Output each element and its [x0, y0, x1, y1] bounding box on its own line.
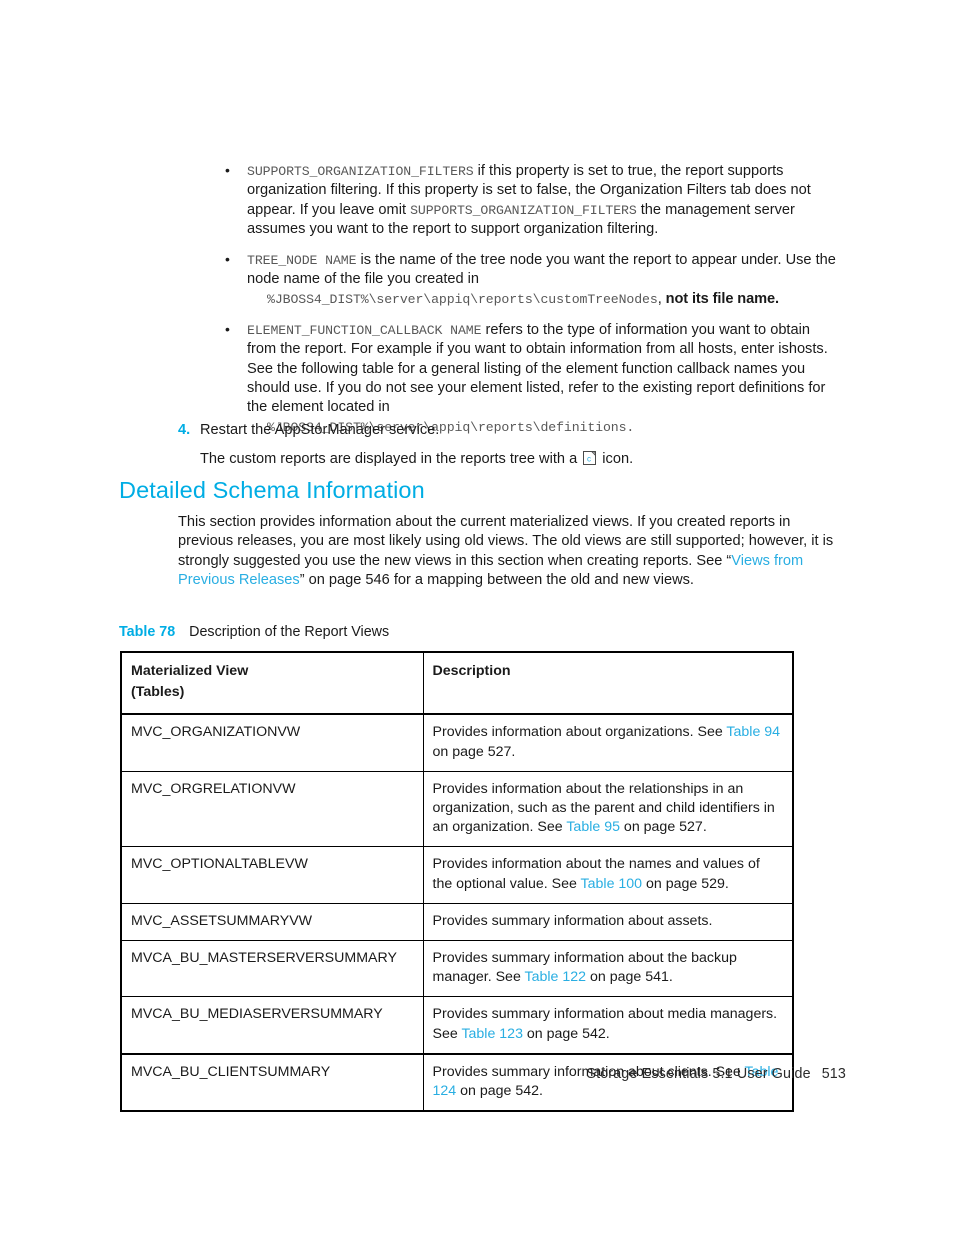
- step-result-suffix: icon.: [598, 451, 634, 467]
- table-cross-reference-link[interactable]: Table 122: [525, 969, 587, 985]
- intro-text-part-2: ” on page 546 for a mapping between the …: [299, 571, 694, 588]
- procedure-step: 4. Restart the AppStorManager service.: [178, 421, 828, 440]
- desc-text-pre: Provides information about organizations…: [432, 724, 727, 741]
- cell-description: Provides summary information about media…: [422, 996, 794, 1055]
- cell-view-name: MVC_ORGANIZATIONVW: [120, 713, 424, 772]
- table-cross-reference-link[interactable]: Table 123: [461, 1026, 523, 1042]
- table-row: MVC_ASSETSUMMARYVW Provides summary info…: [120, 902, 794, 942]
- code-token: SUPPORTS_ORGANIZATION_FILTERS: [410, 202, 637, 218]
- table-cross-reference-link[interactable]: Table 100: [581, 876, 643, 892]
- column-header-line-1: Materialized View: [131, 663, 249, 679]
- cell-view-name: MVC_OPTIONALTABLEVW: [120, 846, 424, 904]
- table-row: MVC_ORGRELATIONVW Provides information a…: [120, 770, 794, 848]
- bullet-list: SUPPORTS_ORGANIZATION_FILTERS if this pr…: [225, 161, 840, 449]
- footer-title: Storage Essentials 5.1 User Guide: [586, 1066, 811, 1082]
- step-result-text: The custom reports are displayed in the …: [200, 450, 840, 469]
- list-item: SUPPORTS_ORGANIZATION_FILTERS if this pr…: [225, 161, 840, 239]
- column-header-line-2: (Tables): [131, 684, 185, 701]
- cell-description: Provides information about the relations…: [422, 770, 794, 848]
- document-page: SUPPORTS_ORGANIZATION_FILTERS if this pr…: [0, 0, 954, 1235]
- step-result-prefix: The custom reports are displayed in the …: [200, 451, 582, 467]
- table-caption: Table 78 Description of the Report Views: [119, 624, 389, 640]
- table-caption-label: Table 78: [119, 624, 176, 640]
- cell-view-name: MVCA_BU_CLIENTSUMMARY: [120, 1052, 424, 1113]
- cell-view-name: MVC_ASSETSUMMARYVW: [120, 902, 424, 942]
- code-token: TREE_NODE NAME: [247, 253, 357, 269]
- table-header-row: Materialized View (Tables) Description: [120, 650, 794, 716]
- table-row: MVC_OPTIONALTABLEVW Provides information…: [120, 846, 794, 904]
- cell-view-name: MVC_ORGRELATIONVW: [120, 770, 424, 848]
- cell-description: Provides information about the names and…: [422, 846, 794, 904]
- table-cross-reference-link[interactable]: Table 95: [566, 819, 620, 835]
- custom-report-icon: c: [583, 451, 597, 465]
- code-path-block: %JBOSS4_DIST%\server\appiq\reports\custo…: [267, 290, 840, 309]
- code-path-tail-plain: ,: [657, 290, 666, 307]
- code-token: ELEMENT_FUNCTION_CALLBACK NAME: [247, 323, 482, 339]
- page-footer: Storage Essentials 5.1 User Guide 513: [586, 1066, 846, 1082]
- code-token: SUPPORTS_ORGANIZATION_FILTERS: [247, 164, 474, 179]
- cell-description: Provides information about organizations…: [422, 713, 794, 772]
- cell-view-name: MVCA_BU_MASTERSERVERSUMMARY: [120, 940, 424, 998]
- section-intro-paragraph: This section provides information about …: [178, 513, 840, 590]
- table-body: MVC_ORGANIZATIONVW Provides information …: [120, 713, 794, 1113]
- desc-text-pre: Provides summary information about asset…: [432, 912, 713, 929]
- cell-description: Provides summary information about the b…: [422, 940, 794, 998]
- page-number: 513: [821, 1066, 846, 1082]
- table-caption-text: Description of the Report Views: [189, 624, 390, 640]
- table-cross-reference-link[interactable]: Table 94: [726, 724, 780, 740]
- table-row: MVCA_BU_MEDIASERVERSUMMARY Provides summ…: [120, 996, 794, 1055]
- table-header: Materialized View (Tables) Description: [120, 650, 794, 716]
- cell-description: Provides summary information about clien…: [422, 1052, 794, 1113]
- svg-text:c: c: [587, 455, 591, 464]
- cell-view-name: MVCA_BU_MEDIASERVERSUMMARY: [120, 996, 424, 1055]
- code-path: %JBOSS4_DIST%\server\appiq\reports\custo…: [267, 291, 658, 307]
- step-label: Restart the AppStorManager service.: [200, 422, 440, 438]
- page-title: Detailed Schema Information: [119, 477, 425, 503]
- table-row: MVCA_BU_CLIENTSUMMARY Provides summary i…: [120, 1052, 794, 1113]
- table-row: MVC_ORGANIZATIONVW Provides information …: [120, 713, 794, 772]
- list-item: TREE_NODE NAME is the name of the tree n…: [225, 250, 840, 309]
- desc-text-post: on page 527.: [432, 743, 516, 760]
- report-views-table: Materialized View (Tables) Description M…: [120, 650, 794, 1113]
- desc-text-post: on page 542.: [522, 1025, 610, 1042]
- column-header-description: Description: [422, 650, 794, 716]
- column-header-materialized-view: Materialized View (Tables): [120, 650, 424, 716]
- cell-description: Provides summary information about asset…: [422, 902, 794, 942]
- desc-text-post: on page 542.: [456, 1083, 543, 1100]
- desc-text-post: on page 541.: [586, 969, 673, 986]
- code-path-tail-bold: not its file name.: [665, 290, 779, 307]
- desc-text-post: on page 527.: [619, 819, 707, 836]
- desc-text-post: on page 529.: [642, 875, 729, 892]
- step-number: 4.: [178, 422, 191, 438]
- table-row: MVCA_BU_MASTERSERVERSUMMARY Provides sum…: [120, 940, 794, 998]
- list-item: ELEMENT_FUNCTION_CALLBACK NAME refers to…: [225, 320, 840, 437]
